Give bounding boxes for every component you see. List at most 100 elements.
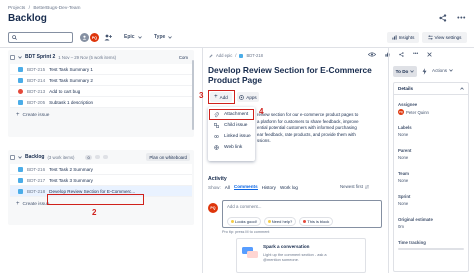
- chevron-down-icon: [168, 35, 173, 39]
- tab-all[interactable]: All: [225, 185, 230, 190]
- issue-row[interactable]: BDT-216 Test Task 2 Summary: [10, 164, 192, 175]
- field-sprint[interactable]: Sprint None: [398, 194, 464, 217]
- actions-button[interactable]: Actions: [432, 68, 453, 73]
- share-icon[interactable]: [439, 14, 447, 22]
- details-panel: Details Assignee PQ Peter Quinn Labels N…: [393, 82, 469, 272]
- chevron-up-icon: [460, 87, 464, 90]
- sprint-complete-button[interactable]: Com: [179, 55, 188, 60]
- menu-item-web-link[interactable]: Web link: [208, 142, 255, 153]
- status-dropdown[interactable]: To Do: [393, 66, 417, 77]
- sprint-checkbox[interactable]: [10, 54, 15, 60]
- field-parent[interactable]: Parent None: [398, 148, 464, 171]
- backlog-checkbox[interactable]: [10, 154, 15, 160]
- sidebar-divider: [388, 48, 389, 273]
- breadcrumb-project[interactable]: BetterBugs-Dev-Team: [33, 6, 80, 11]
- plus-icon: +: [16, 201, 20, 207]
- detail-breadcrumb: Add epic / BDT-218: [209, 53, 263, 58]
- type-filter[interactable]: Type: [154, 34, 173, 40]
- breadcrumb-projects[interactable]: Projects: [8, 6, 25, 11]
- reaction-need-help[interactable]: Need help?: [263, 217, 297, 226]
- task-icon: [18, 77, 23, 83]
- field-assignee[interactable]: Assignee PQ Peter Quinn: [398, 102, 464, 125]
- issue-row[interactable]: BDT-214 Test Task Summary 2: [10, 75, 192, 86]
- tab-history[interactable]: History: [262, 185, 276, 190]
- insights-button[interactable]: Insights: [387, 32, 419, 43]
- tab-comments[interactable]: Comments: [233, 184, 258, 190]
- details-fields: Assignee PQ Peter Quinn Labels None Pare…: [394, 95, 468, 260]
- avatar-group-icon[interactable]: [80, 33, 89, 42]
- detail-header-actions: •••: [368, 51, 432, 57]
- spark-card: Spark a conversation Light up the commen…: [236, 238, 366, 273]
- menu-item-child-issue[interactable]: Child issue: [208, 120, 255, 131]
- sprint-scrollbar[interactable]: [192, 60, 194, 130]
- details-header[interactable]: Details: [394, 83, 468, 95]
- issue-key-link[interactable]: BDT-218: [246, 53, 263, 58]
- chart-icon: [391, 35, 397, 40]
- issue-row[interactable]: BDT-217 Test Task 3 Summary: [10, 175, 192, 186]
- issue-title[interactable]: Develop Review Section for E-Commerce Pr…: [208, 65, 373, 85]
- more-icon[interactable]: •••: [413, 51, 418, 57]
- assignee-avatar: PQ: [398, 109, 404, 115]
- issue-row[interactable]: BDT-213 Add to cart bug: [10, 86, 192, 97]
- header-actions: •••: [439, 14, 466, 22]
- menu-item-attachment[interactable]: Attachment: [209, 109, 254, 120]
- field-team[interactable]: Team None: [398, 171, 464, 194]
- count-badge-3: [102, 155, 108, 159]
- task-icon: [18, 188, 23, 194]
- eye-icon[interactable]: [368, 51, 376, 57]
- tab-work-log[interactable]: Work log: [280, 185, 298, 190]
- time-tracking-bar: [398, 248, 464, 250]
- breadcrumb: Projects / BetterBugs-Dev-Team: [8, 6, 81, 11]
- issue-description[interactable]: review section for our e-commerce produc…: [257, 112, 382, 145]
- sprint-dates: 1 Nov – 29 Nov (5 work items): [58, 54, 117, 60]
- count-badge: 0: [85, 154, 92, 160]
- add-people-icon[interactable]: [104, 34, 112, 41]
- illustration-icon: [241, 245, 259, 259]
- share-icon[interactable]: [399, 51, 404, 57]
- comment-input[interactable]: Add a comment... Looks good! Need help? …: [222, 200, 382, 228]
- backlog-header[interactable]: Backlog (3 work items) 0 Plan on whitebo…: [8, 150, 194, 164]
- annotation-number-3: 3: [199, 91, 204, 100]
- field-time-tracking[interactable]: Time tracking: [398, 240, 464, 260]
- apps-button[interactable]: Apps: [237, 92, 259, 102]
- close-icon[interactable]: [427, 51, 432, 57]
- sliders-icon: [427, 35, 433, 40]
- annotation-number-4: 4: [259, 107, 264, 116]
- bug-icon: [18, 88, 23, 94]
- epic-filter[interactable]: Epic: [124, 34, 142, 40]
- backlog-count: (3 work items): [47, 154, 75, 160]
- task-icon: [18, 177, 23, 183]
- task-icon: [18, 66, 23, 72]
- chevron-down-icon: [410, 70, 415, 73]
- avatar[interactable]: PQ: [90, 33, 99, 42]
- issue-row[interactable]: BDT-215 Test Task Summary 1: [10, 64, 192, 75]
- backlog-name: Backlog: [25, 154, 45, 160]
- add-dropdown-menu: Attachment Child issue Linked issue Web …: [208, 107, 255, 161]
- paperclip-icon: [214, 111, 219, 118]
- pencil-icon: [209, 53, 213, 58]
- issue-row[interactable]: BDT-205 Subtask 1 description: [10, 97, 192, 108]
- field-original-estimate[interactable]: Original estimate 0m: [398, 217, 464, 240]
- search-icon: [12, 35, 17, 40]
- spark-title: Spark a conversation: [263, 244, 310, 249]
- reaction-looks-good[interactable]: Looks good!: [227, 217, 261, 226]
- field-labels[interactable]: Labels None: [398, 125, 464, 148]
- sort-toggle[interactable]: Newest first: [340, 184, 369, 189]
- menu-item-linked-issue[interactable]: Linked issue: [208, 131, 255, 142]
- view-settings-button[interactable]: View settings: [422, 32, 467, 43]
- apps-icon: [239, 94, 245, 100]
- chevron-down-icon[interactable]: [18, 55, 22, 59]
- activity-tabs: Show: All Comments History Work log: [208, 184, 298, 190]
- blocked-icon: [303, 220, 307, 223]
- lightning-icon[interactable]: [422, 68, 427, 75]
- add-epic-link[interactable]: Add epic: [216, 53, 232, 58]
- reaction-blocking[interactable]: This is block: [299, 217, 334, 226]
- sprint-header[interactable]: BDT Sprint 2 1 Nov – 29 Nov (5 work item…: [8, 50, 194, 64]
- plan-on-whiteboard-button[interactable]: Plan on whiteboard: [146, 153, 190, 161]
- more-icon[interactable]: •••: [457, 15, 466, 22]
- chevron-down-icon: [449, 69, 453, 72]
- search-input[interactable]: [8, 32, 73, 43]
- chevron-down-icon[interactable]: [18, 155, 22, 159]
- chevron-down-icon: [137, 35, 142, 39]
- sprint-create-issue[interactable]: + Create issue: [8, 108, 194, 122]
